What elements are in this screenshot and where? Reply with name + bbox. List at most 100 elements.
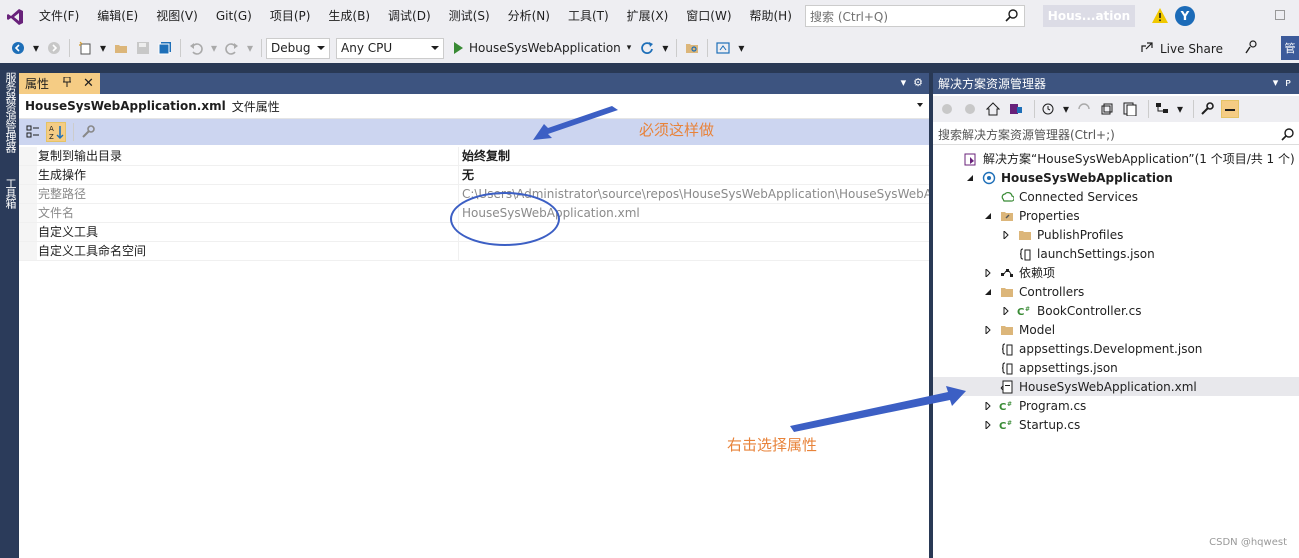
- menu-item[interactable]: 项目(P): [261, 0, 320, 33]
- tree-item[interactable]: HouseSysWebApplication.xml: [933, 377, 1299, 396]
- visual-studio-logo-icon[interactable]: [0, 0, 30, 33]
- menu-item[interactable]: Git(G): [207, 0, 261, 33]
- menu-item[interactable]: 帮助(H): [741, 0, 801, 33]
- expanded-arrow-icon[interactable]: [965, 173, 975, 183]
- property-row[interactable]: 生成操作无: [19, 166, 929, 185]
- navigate-forward-icon[interactable]: [46, 40, 62, 56]
- collapsed-arrow-icon[interactable]: [983, 268, 993, 278]
- toolbar-separator: [1193, 100, 1194, 118]
- panel-options-icon[interactable]: ▾ ᴘ: [1273, 76, 1291, 89]
- panel-options-icon[interactable]: ▾ ⚙: [901, 76, 923, 89]
- feedback-icon[interactable]: [1244, 39, 1260, 58]
- collapse-all-icon[interactable]: [1098, 100, 1116, 118]
- tree-item[interactable]: C # BookController.cs: [933, 301, 1299, 320]
- server-explorer-tab[interactable]: 服务器资源管理器: [2, 72, 18, 152]
- solution-platform-select[interactable]: Any CPU: [336, 37, 444, 59]
- menu-item[interactable]: 生成(B): [319, 0, 379, 33]
- toolbox-tab[interactable]: 工具箱: [2, 178, 18, 208]
- preview-toggle-icon[interactable]: [1221, 100, 1239, 118]
- tree-item[interactable]: Properties: [933, 206, 1299, 225]
- user-avatar[interactable]: Y: [1175, 6, 1195, 26]
- forward-icon[interactable]: [961, 100, 979, 118]
- navigate-back-icon[interactable]: [10, 40, 26, 56]
- collapsed-arrow-icon[interactable]: [1001, 306, 1011, 316]
- redo-dropdown-icon[interactable]: ▾: [246, 40, 254, 56]
- tree-item-label: appsettings.Development.json: [1019, 341, 1203, 356]
- search-input[interactable]: 搜索 (Ctrl+Q): [805, 5, 1025, 27]
- collapsed-arrow-icon[interactable]: [983, 401, 993, 411]
- menu-item[interactable]: 文件(F): [30, 0, 88, 33]
- live-share-button[interactable]: Live Share: [1140, 40, 1223, 57]
- save-all-icon[interactable]: [157, 40, 173, 56]
- preview-dropdown-icon[interactable]: ▾: [1176, 100, 1184, 118]
- tree-item[interactable]: launchSettings.json: [933, 244, 1299, 263]
- close-icon[interactable]: ✕: [83, 76, 94, 91]
- solution-configuration-select[interactable]: Debug: [266, 37, 330, 59]
- tree-item[interactable]: appsettings.Development.json: [933, 339, 1299, 358]
- collapsed-arrow-icon[interactable]: [983, 325, 993, 335]
- property-value[interactable]: 始终复制: [459, 147, 929, 165]
- expanded-arrow-icon[interactable]: [983, 211, 993, 221]
- collapsed-arrow-icon[interactable]: [983, 420, 993, 430]
- tree-item[interactable]: C # Program.cs: [933, 396, 1299, 415]
- tree-item[interactable]: 依赖项: [933, 263, 1299, 282]
- tree-item[interactable]: 解决方案“HouseSysWebApplication”(1 个项目/共 1 个…: [933, 149, 1299, 168]
- pin-icon[interactable]: [63, 76, 72, 90]
- save-icon[interactable]: [135, 40, 151, 56]
- home-icon[interactable]: [984, 100, 1002, 118]
- collapsed-arrow-icon[interactable]: [1001, 230, 1011, 240]
- undo-icon[interactable]: [188, 40, 204, 56]
- property-row[interactable]: 复制到输出目录 始终复制: [19, 147, 929, 166]
- warning-icon[interactable]: [1152, 8, 1168, 26]
- redo-icon[interactable]: [224, 40, 240, 56]
- back-icon[interactable]: [938, 100, 956, 118]
- toolbar-overflow-icon[interactable]: ▾: [737, 40, 745, 56]
- run-dropdown-icon[interactable]: ▾: [627, 43, 632, 53]
- property-name: 自定义工具: [19, 223, 459, 241]
- tree-item[interactable]: HouseSysWebApplication: [933, 168, 1299, 187]
- restore-window-icon[interactable]: [1275, 10, 1285, 20]
- menu-item[interactable]: 测试(S): [440, 0, 499, 33]
- refresh-dropdown-icon[interactable]: ▾: [661, 40, 669, 56]
- pending-changes-filter-icon[interactable]: [1039, 100, 1057, 118]
- show-all-files-icon[interactable]: [1121, 100, 1139, 118]
- find-in-files-icon[interactable]: [684, 40, 700, 56]
- tree-item[interactable]: appsettings.json: [933, 358, 1299, 377]
- tree-item[interactable]: C # Startup.cs: [933, 415, 1299, 434]
- property-value[interactable]: 无: [459, 166, 929, 184]
- property-row[interactable]: 自定义工具命名空间: [19, 242, 929, 261]
- tree-item[interactable]: Model: [933, 320, 1299, 339]
- tree-item[interactable]: Connected Services: [933, 187, 1299, 206]
- browser-link-icon[interactable]: [715, 40, 731, 56]
- menu-item[interactable]: 工具(T): [559, 0, 618, 33]
- sync-icon[interactable]: [1075, 100, 1093, 118]
- object-selector[interactable]: HouseSysWebApplication.xml 文件属性: [19, 94, 929, 119]
- solution-search-input[interactable]: 搜索解决方案资源管理器(Ctrl+;): [933, 125, 1299, 145]
- expanded-arrow-icon[interactable]: [983, 287, 993, 297]
- menu-item[interactable]: 窗口(W): [677, 0, 740, 33]
- undo-dropdown-icon[interactable]: ▾: [210, 40, 218, 56]
- menu-item[interactable]: 调试(D): [379, 0, 440, 33]
- menu-item[interactable]: 扩展(X): [618, 0, 678, 33]
- refresh-icon[interactable]: [639, 40, 655, 56]
- switch-views-icon[interactable]: [1007, 100, 1025, 118]
- object-name: HouseSysWebApplication.xml: [25, 99, 226, 113]
- menu-item[interactable]: 视图(V): [147, 0, 207, 33]
- tree-item[interactable]: Controllers: [933, 282, 1299, 301]
- properties-wrench-icon[interactable]: [1198, 100, 1216, 118]
- properties-tab[interactable]: 属性 ✕: [19, 73, 100, 94]
- back-dropdown-icon[interactable]: ▾: [32, 40, 40, 56]
- preview-selected-icon[interactable]: [1153, 100, 1171, 118]
- property-pages-icon[interactable]: [78, 122, 98, 142]
- tree-item[interactable]: PublishProfiles: [933, 225, 1299, 244]
- alphabetical-sort-icon[interactable]: AZ: [46, 122, 66, 142]
- open-file-icon[interactable]: [113, 40, 129, 56]
- property-value[interactable]: [459, 242, 929, 260]
- menu-item[interactable]: 编辑(E): [88, 0, 147, 33]
- start-debugging-button[interactable]: HouseSysWebApplication ▾: [454, 41, 631, 55]
- categorized-icon[interactable]: [23, 122, 43, 142]
- filter-dropdown-icon[interactable]: ▾: [1062, 100, 1070, 118]
- new-dropdown-icon[interactable]: ▾: [99, 40, 107, 56]
- menu-item[interactable]: 分析(N): [499, 0, 559, 33]
- new-project-icon[interactable]: [77, 40, 93, 56]
